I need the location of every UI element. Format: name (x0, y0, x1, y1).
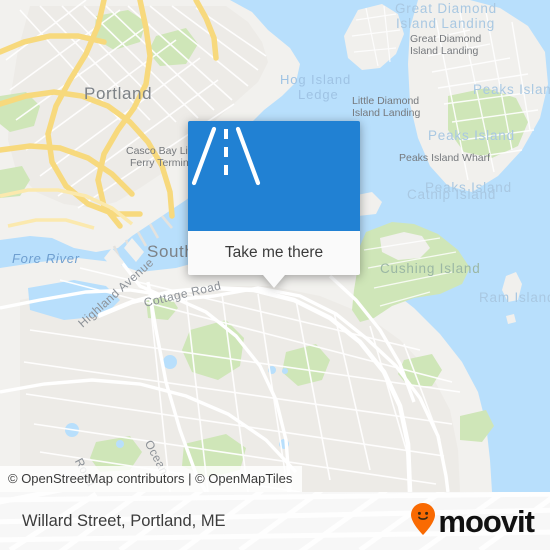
moovit-map-screenshot: Portland Hog Island Ledge Great Diamond Isla… (0, 0, 550, 550)
take-me-there-label: Take me there (224, 244, 324, 261)
footer-bar: Willard Street, Portland, ME moovit (0, 492, 550, 550)
popup-footer[interactable]: Take me there (188, 231, 360, 275)
moovit-logo[interactable]: moovit (410, 492, 535, 550)
page-title: Willard Street, Portland, ME (22, 511, 226, 530)
map-attribution: © OpenStreetMap contributors | © OpenMap… (0, 466, 303, 492)
moovit-pin-icon (410, 502, 436, 541)
popup-pointer-tail (263, 275, 285, 288)
moovit-wordmark: moovit (438, 503, 535, 539)
map-canvas[interactable]: Portland Hog Island Ledge Great Diamond Isla… (0, 0, 550, 492)
popup-header (188, 121, 360, 231)
take-me-there-popup[interactable]: Take me there (188, 121, 360, 288)
